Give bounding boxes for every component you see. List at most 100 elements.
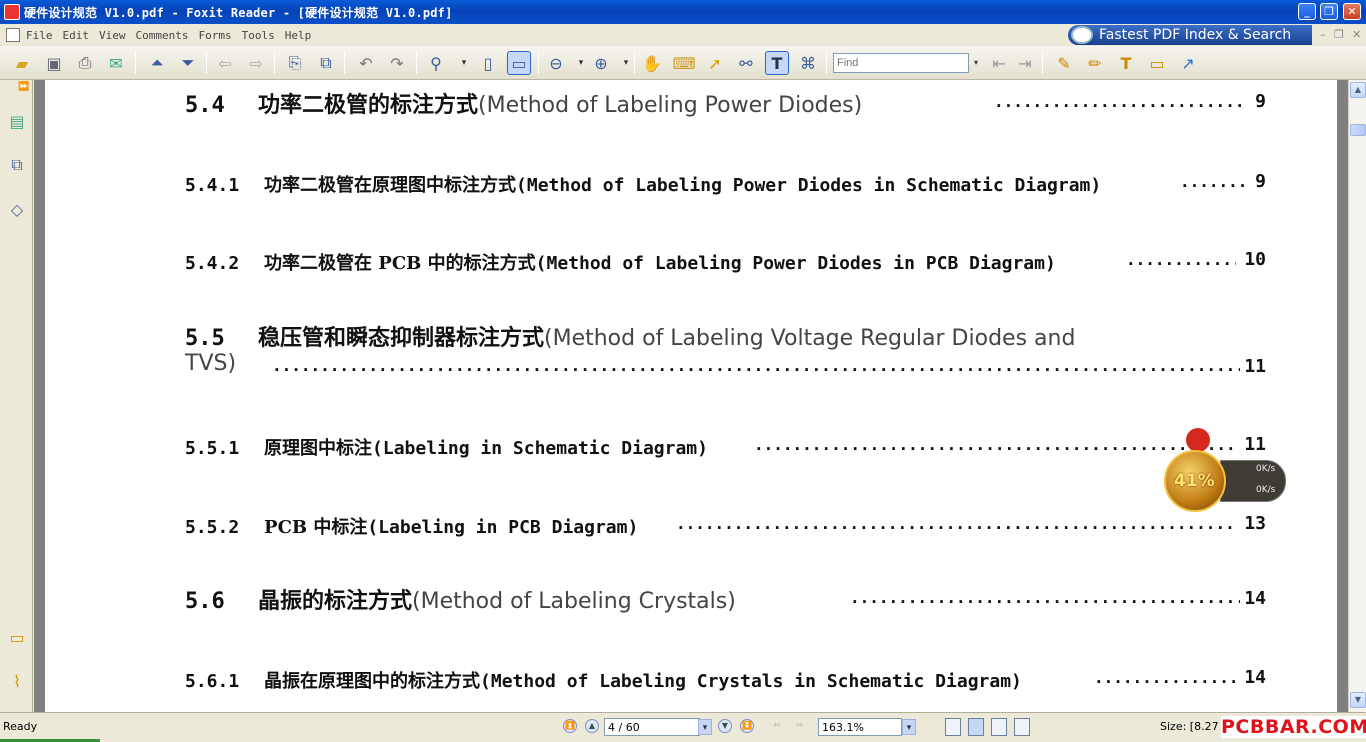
page-size-text: Size: [8.27: [1160, 720, 1219, 733]
typewriter-icon[interactable]: T: [765, 51, 789, 75]
toc-title-en: (Method of Labeling Crystals in Schemati…: [480, 671, 1022, 692]
toc-entry[interactable]: 5.5 稳压管和瞬态抑制器标注方式(Method of Labeling Vol…: [185, 320, 1075, 352]
hand-tool-icon[interactable]: ✋: [640, 51, 664, 75]
comment-icon[interactable]: ▭: [1145, 51, 1169, 75]
toc-entry[interactable]: 5.5.1 原理图中标注(Labeling in Schematic Diagr…: [185, 434, 708, 460]
undo-icon[interactable]: ↶: [354, 51, 378, 75]
single-page-view-icon[interactable]: [945, 718, 961, 736]
toc-title-cn: 稳压管和瞬态抑制器标注方式: [258, 325, 545, 351]
network-speed-widget[interactable]: 41% 0K/s 0K/s: [1160, 428, 1288, 514]
ad-label: Fastest PDF Index & Search: [1099, 27, 1292, 43]
open-folder-icon[interactable]: ▰: [10, 51, 34, 75]
zoom-in-tool-icon[interactable]: ⚲: [424, 51, 448, 75]
minimize-button[interactable]: _: [1298, 3, 1316, 20]
previous-page-icon[interactable]: ⏶: [145, 51, 169, 75]
toc-entry-continuation: TVS): [185, 351, 236, 376]
toc-entry[interactable]: 5.4.1 功率二极管在原理图中标注方式(Method of Labeling …: [185, 171, 1101, 197]
pdf-index-search-ad[interactable]: Fastest PDF Index & Search: [1068, 25, 1312, 45]
arrow-select-icon[interactable]: ➚: [703, 51, 727, 75]
zoom-out-icon[interactable]: ⊖: [544, 51, 568, 75]
close-button[interactable]: ✕: [1343, 3, 1361, 20]
zoom-dropdown-icon[interactable]: ▾: [452, 51, 476, 75]
zoom-in-icon[interactable]: ⊕: [589, 51, 613, 75]
foxit-app-icon: [4, 4, 20, 20]
text-box-icon[interactable]: T: [1114, 51, 1138, 75]
bookmarks-icon[interactable]: ▤: [6, 110, 28, 132]
continuous-facing-view-icon[interactable]: [1014, 718, 1030, 736]
doc-minimize-icon[interactable]: –: [1320, 28, 1326, 41]
toc-number: 5.4.2: [185, 253, 240, 274]
toc-entry[interactable]: 5.4.2 功率二极管在 PCB 中的标注方式(Method of Labeli…: [185, 249, 1056, 275]
extract-pages-icon[interactable]: ⎘: [283, 51, 307, 75]
scroll-up-icon[interactable]: ▲: [1350, 82, 1366, 98]
menu-edit[interactable]: Edit: [63, 29, 90, 42]
attachment-icon[interactable]: ⌇: [6, 670, 28, 692]
pages-thumbnails-icon[interactable]: ⧉: [6, 154, 28, 176]
usage-percent: 41%: [1174, 471, 1215, 491]
doc-close-icon[interactable]: ✕: [1352, 28, 1361, 41]
restore-button[interactable]: ❐: [1320, 3, 1338, 20]
menu-help[interactable]: Help: [285, 29, 312, 42]
upload-speed: 0K/s: [1256, 464, 1276, 474]
last-page-icon[interactable]: ⏬: [740, 719, 754, 733]
doc-restore-icon[interactable]: ❐: [1334, 28, 1344, 41]
email-icon[interactable]: ✉: [104, 51, 128, 75]
first-page-icon[interactable]: ⏫: [563, 719, 577, 733]
menu-comments[interactable]: Comments: [136, 29, 189, 42]
find-input[interactable]: [833, 53, 969, 73]
prev-page-icon[interactable]: ▲: [585, 719, 599, 733]
menu-view[interactable]: View: [99, 29, 126, 42]
find-dropdown-icon[interactable]: ▾: [970, 53, 982, 73]
toc-page-number: 14: [1244, 588, 1266, 609]
continuous-view-icon[interactable]: [968, 718, 984, 736]
print-icon[interactable]: ⎙: [73, 51, 97, 75]
search-logo-icon: [1071, 26, 1093, 44]
next-view-icon[interactable]: ⇨: [793, 719, 807, 733]
toc-title-en: (Method of Labeling Power Diodes in PCB …: [535, 253, 1056, 274]
toc-title-en-cont: TVS): [185, 351, 237, 376]
vertical-scrollbar[interactable]: ▲ ▼: [1348, 80, 1366, 712]
fit-page-icon[interactable]: ▯: [476, 51, 500, 75]
layers-icon[interactable]: ◇: [6, 198, 28, 220]
find-next-icon[interactable]: ⇥: [1013, 51, 1037, 75]
page-dropdown-icon[interactable]: ▾: [698, 719, 712, 735]
toc-title-en: (Method of Labeling Power Diodes in Sche…: [516, 175, 1102, 196]
toc-number: 5.4: [185, 93, 225, 118]
toc-entry[interactable]: 5.5.2 PCB 中标注(Labeling in PCB Diagram): [185, 513, 638, 539]
select-text-icon[interactable]: ⌨: [672, 51, 696, 75]
toc-title-cn: PCB 中标注: [264, 517, 368, 538]
comments-panel-icon[interactable]: ▭: [6, 626, 28, 648]
toc-title-en: (Labeling in PCB Diagram): [367, 517, 639, 538]
zoom-level-dropdown-icon[interactable]: ▾: [902, 719, 916, 735]
toc-entry[interactable]: 5.4 功率二极管的标注方式(Method of Labeling Power …: [185, 87, 862, 119]
camera-icon[interactable]: ⌘: [796, 51, 820, 75]
find-previous-icon[interactable]: ⇤: [987, 51, 1011, 75]
next-page-status-icon[interactable]: ▼: [718, 719, 732, 733]
menu-tools[interactable]: Tools: [242, 29, 275, 42]
snapshot-binoculars-icon[interactable]: ⚯: [734, 51, 758, 75]
insert-pages-icon[interactable]: ⧉: [314, 51, 338, 75]
toc-entry[interactable]: 5.6.1 晶振在原理图中的标注方式(Method of Labeling Cr…: [185, 667, 1022, 693]
fit-width-icon[interactable]: ▭: [507, 51, 531, 75]
pencil-tool-icon[interactable]: ✏: [1083, 51, 1107, 75]
back-arrow-icon[interactable]: ⇦: [213, 51, 237, 75]
zoom-level-field[interactable]: 163.1%: [818, 718, 902, 736]
facing-view-icon[interactable]: [991, 718, 1007, 736]
scroll-thumb[interactable]: [1350, 124, 1366, 136]
arrow-tool-icon[interactable]: ↗: [1176, 51, 1200, 75]
navigation-pane: ⏩ ▤ ⧉ ◇ ▭ ⌇: [0, 80, 33, 712]
forward-arrow-icon[interactable]: ⇨: [244, 51, 268, 75]
menu-file[interactable]: File: [26, 29, 53, 42]
expand-pane-icon[interactable]: ⏩: [18, 82, 29, 92]
foxit-reader-window: 硬件设计规范 V1.0.pdf - Foxit Reader - [硬件设计规范…: [0, 0, 1366, 742]
note-tool-icon[interactable]: ✎: [1052, 51, 1076, 75]
next-page-icon[interactable]: ⏷: [176, 51, 200, 75]
page-number-field[interactable]: 4 / 60: [604, 718, 700, 736]
prev-view-icon[interactable]: ⇦: [770, 719, 784, 733]
toc-entry[interactable]: 5.6 晶振的标注方式(Method of Labeling Crystals): [185, 583, 736, 615]
redo-icon[interactable]: ↷: [385, 51, 409, 75]
scroll-down-icon[interactable]: ▼: [1350, 692, 1366, 708]
save-icon[interactable]: ▣: [42, 51, 66, 75]
document-icon[interactable]: [6, 28, 20, 42]
menu-forms[interactable]: Forms: [198, 29, 231, 42]
